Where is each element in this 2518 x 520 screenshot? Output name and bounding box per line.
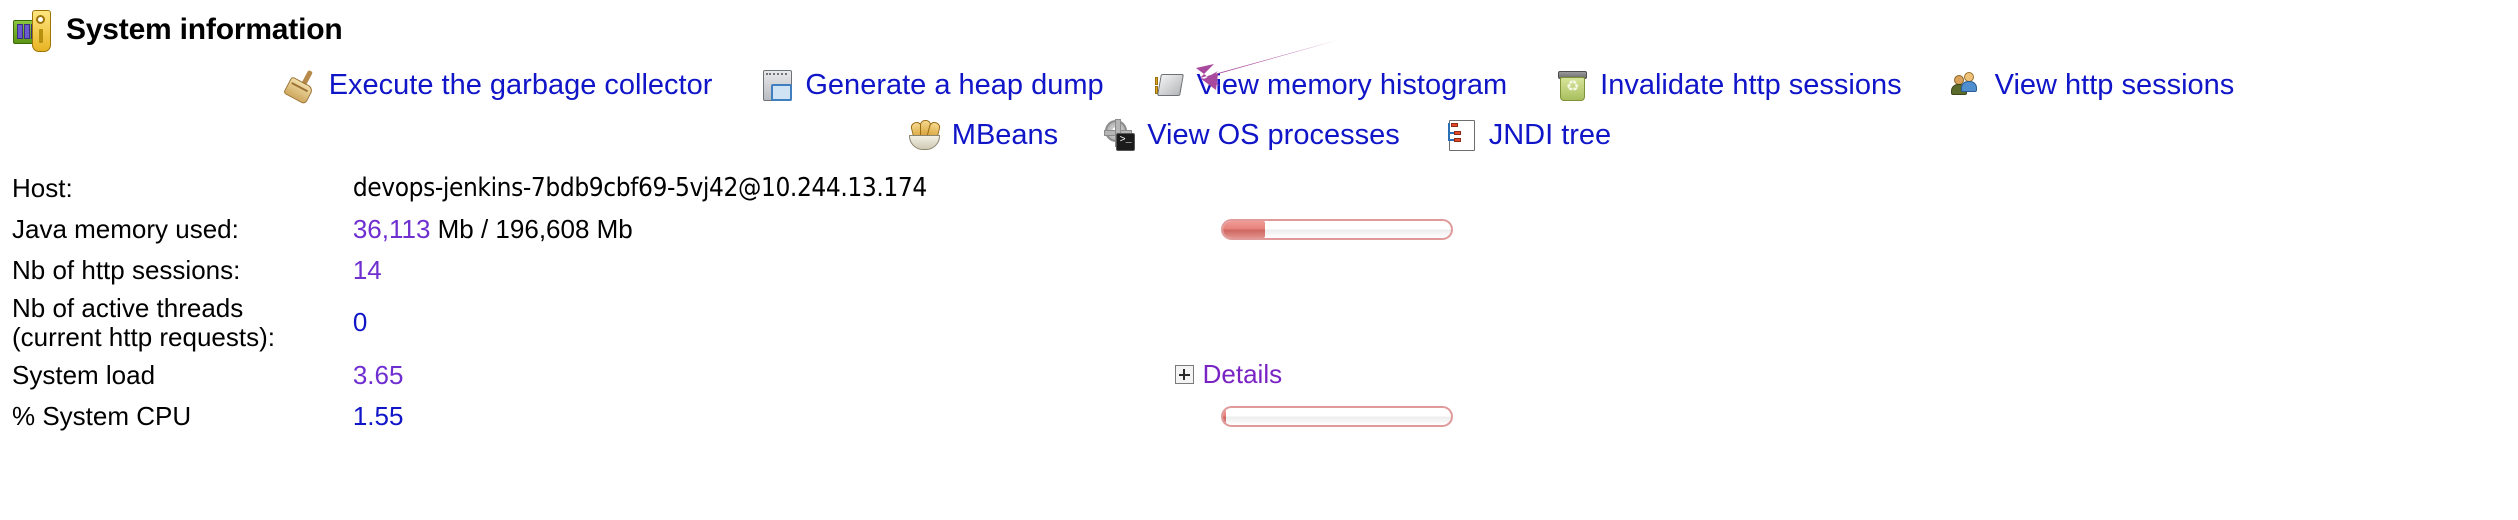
memory-dump-icon: [760, 68, 794, 102]
row-system-load: System load 3.65 Details: [0, 355, 2518, 396]
host-extra: [1115, 168, 2518, 209]
action-links: Execute the garbage collector Generate a…: [0, 60, 2518, 160]
system-cpu-progress-bar: [1220, 406, 1453, 427]
system-info-table: Host: devops-jenkins-7bdb9cbf69-5vj42@10…: [0, 168, 2518, 437]
http-sessions-value: 14: [352, 254, 382, 285]
active-threads-extra: [1115, 291, 2518, 355]
row-host: Host: devops-jenkins-7bdb9cbf69-5vj42@10…: [0, 168, 2518, 209]
memory-chip-icon: [1152, 68, 1186, 102]
system-cpu-value: 1.55: [352, 400, 404, 431]
users-icon: [1950, 68, 1984, 102]
view-memory-histogram-link[interactable]: View memory histogram: [1152, 68, 1508, 102]
row-http-sessions: Nb of http sessions: 14: [0, 250, 2518, 291]
host-value: devops-jenkins-7bdb9cbf69-5vj42@10.244.1…: [352, 173, 927, 204]
generate-heap-dump-link[interactable]: Generate a heap dump: [760, 68, 1104, 102]
page-title: System information: [66, 13, 343, 46]
active-threads-value: 0: [352, 307, 368, 338]
recycle-bin-icon: [1555, 68, 1589, 102]
memory-wrench-icon: [12, 8, 56, 52]
system-load-details-label: Details: [1202, 359, 1283, 390]
invalidate-http-sessions-link[interactable]: Invalidate http sessions: [1555, 68, 1902, 102]
generate-heap-dump-label: Generate a heap dump: [805, 68, 1104, 101]
system-cpu-label: % System CPU: [12, 400, 192, 431]
action-links-row-1: Execute the garbage collector Generate a…: [0, 60, 2518, 110]
view-http-sessions-link[interactable]: View http sessions: [1950, 68, 2235, 102]
broom-icon: [282, 68, 318, 105]
mbeans-link[interactable]: MBeans: [907, 118, 1058, 152]
jndi-tree-link[interactable]: JNDI tree: [1444, 118, 1611, 152]
execute-garbage-collector-link[interactable]: Execute the garbage collector: [282, 68, 713, 105]
active-threads-label: Nb of active threads (current http reque…: [0, 291, 353, 355]
system-load-details-link[interactable]: Details: [1174, 359, 1283, 390]
gear-console-icon: >_: [1102, 118, 1136, 152]
active-threads-label-line1: Nb of active threads: [12, 292, 244, 323]
mbeans-label: MBeans: [951, 118, 1059, 151]
row-active-threads: Nb of active threads (current http reque…: [0, 291, 2518, 355]
system-load-value: 3.65: [352, 359, 404, 390]
plus-expand-icon[interactable]: [1174, 365, 1194, 385]
http-sessions-extra: [1115, 250, 2518, 291]
page-header: System information: [0, 0, 2518, 54]
view-os-processes-link[interactable]: >_ View OS processes: [1102, 118, 1400, 152]
view-http-sessions-label: View http sessions: [1994, 68, 2235, 101]
java-memory-used-value: 36,113: [352, 213, 431, 244]
host-label: Host:: [12, 172, 73, 203]
beans-icon: [907, 118, 941, 152]
row-system-cpu: % System CPU 1.55: [0, 396, 2518, 437]
active-threads-label-line2: (current http requests):: [12, 322, 275, 352]
view-memory-histogram-label: View memory histogram: [1196, 68, 1508, 101]
invalidate-http-sessions-label: Invalidate http sessions: [1600, 68, 1902, 101]
system-load-label: System load: [12, 359, 156, 390]
java-memory-label: Java memory used:: [12, 213, 239, 244]
action-links-row-2: MBeans >_ View OS processes JNDI tree: [0, 110, 2518, 160]
row-java-memory: Java memory used: 36,113 Mb / 196,608 Mb: [0, 209, 2518, 250]
execute-garbage-collector-label: Execute the garbage collector: [328, 68, 713, 101]
view-os-processes-label: View OS processes: [1147, 118, 1400, 151]
jndi-tree-label: JNDI tree: [1488, 118, 1612, 151]
java-memory-progress-bar: [1220, 219, 1453, 240]
java-memory-total-value: Mb / 196,608 Mb: [430, 213, 633, 244]
http-sessions-label: Nb of http sessions:: [12, 254, 241, 285]
jndi-tree-icon: [1444, 118, 1478, 152]
